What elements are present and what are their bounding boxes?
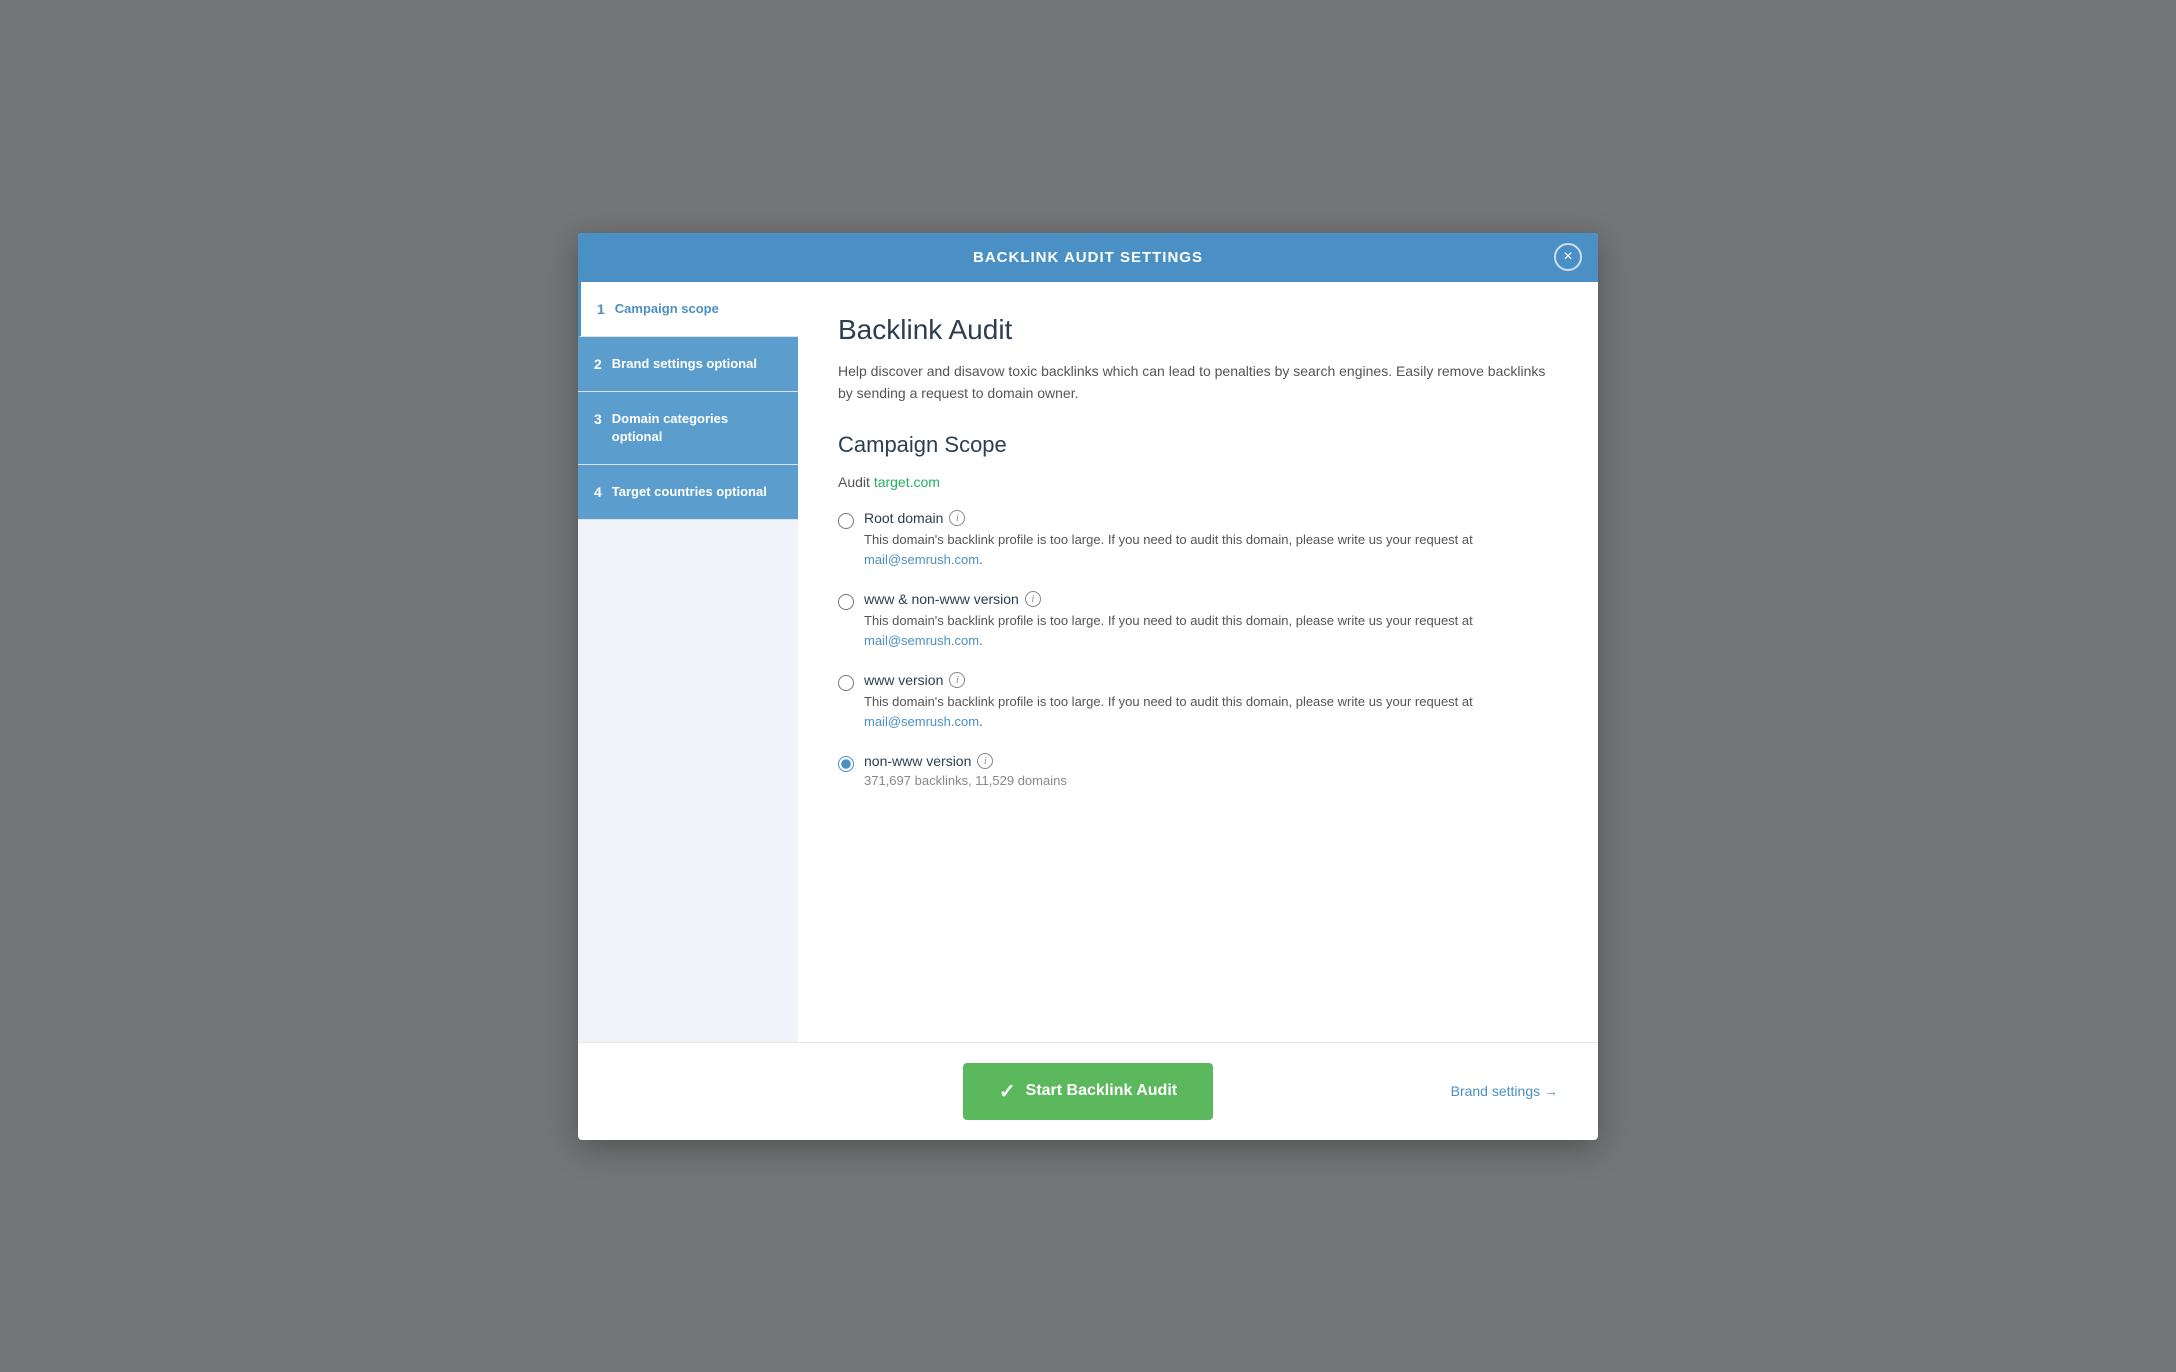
radio-non-www[interactable] — [838, 756, 854, 772]
radio-www-version-desc: This domain's backlink profile is too la… — [864, 692, 1558, 731]
audit-domain: target.com — [874, 474, 940, 490]
radio-non-www-label: non-www version i — [864, 753, 1558, 769]
settings-sidebar: 1 Campaign scope 2 Brand settings option… — [578, 282, 798, 1042]
radio-option-www-nonwww: www & non-www version i This domain's ba… — [838, 591, 1558, 650]
radio-www-version[interactable] — [838, 675, 854, 691]
radio-www-nonwww-content: www & non-www version i This domain's ba… — [864, 591, 1558, 650]
email-link-www[interactable]: mail@semrush.com — [864, 714, 979, 729]
audit-prefix: Audit — [838, 474, 870, 490]
radio-www-version-content: www version i This domain's backlink pro… — [864, 672, 1558, 731]
modal-title: BACKLINK AUDIT SETTINGS — [973, 249, 1203, 266]
brand-settings-link[interactable]: Brand settings → — [1451, 1083, 1558, 1099]
main-content: Backlink Audit Help discover and disavow… — [798, 282, 1598, 1042]
info-icon-www: i — [949, 672, 965, 688]
modal-header: BACKLINK AUDIT SETTINGS × — [578, 233, 1598, 282]
modal-body: 1 Campaign scope 2 Brand settings option… — [578, 282, 1598, 1042]
modal-footer: ✓ Start Backlink Audit Brand settings → — [578, 1042, 1598, 1140]
radio-root-domain-content: Root domain i This domain's backlink pro… — [864, 510, 1558, 569]
radio-www-nonwww-label: www & non-www version i — [864, 591, 1558, 607]
sidebar-item-label-1: Campaign scope — [615, 300, 719, 318]
sidebar-item-num-2: 2 — [594, 356, 602, 372]
radio-root-domain[interactable] — [838, 513, 854, 529]
email-link-root[interactable]: mail@semrush.com — [864, 552, 979, 567]
radio-root-domain-label: Root domain i — [864, 510, 1558, 526]
info-icon-www-nonwww: i — [1025, 591, 1041, 607]
content-description: Help discover and disavow toxic backlink… — [838, 360, 1558, 405]
radio-option-root-domain: Root domain i This domain's backlink pro… — [838, 510, 1558, 569]
sidebar-item-num-3: 3 — [594, 411, 602, 427]
sidebar-item-num-4: 4 — [594, 484, 602, 500]
check-icon: ✓ — [999, 1079, 1016, 1104]
sidebar-item-domain-categories[interactable]: 3 Domain categories optional — [578, 392, 798, 465]
sidebar-item-brand-settings[interactable]: 2 Brand settings optional — [578, 337, 798, 392]
radio-non-www-sub: 371,697 backlinks, 11,529 domains — [864, 773, 1558, 788]
close-button[interactable]: × — [1554, 243, 1582, 271]
email-link-www-nonwww[interactable]: mail@semrush.com — [864, 633, 979, 648]
sidebar-item-target-countries[interactable]: 4 Target countries optional — [578, 465, 798, 520]
section-title: Campaign Scope — [838, 432, 1558, 458]
audit-label: Audit target.com — [838, 474, 1558, 490]
radio-www-version-label: www version i — [864, 672, 1558, 688]
sidebar-item-label-3: Domain categories optional — [612, 410, 782, 446]
sidebar-item-label-4: Target countries optional — [612, 483, 767, 501]
sidebar-item-campaign-scope[interactable]: 1 Campaign scope — [578, 282, 798, 337]
radio-www-nonwww[interactable] — [838, 594, 854, 610]
backlink-audit-modal: BACKLINK AUDIT SETTINGS × 1 Campaign sco… — [578, 233, 1598, 1140]
radio-www-nonwww-desc: This domain's backlink profile is too la… — [864, 611, 1558, 650]
radio-option-www-version: www version i This domain's backlink pro… — [838, 672, 1558, 731]
radio-option-non-www: non-www version i 371,697 backlinks, 11,… — [838, 753, 1558, 788]
page-title: Backlink Audit — [838, 314, 1558, 346]
start-audit-button[interactable]: ✓ Start Backlink Audit — [963, 1063, 1213, 1120]
radio-non-www-content: non-www version i 371,697 backlinks, 11,… — [864, 753, 1558, 788]
sidebar-item-label-2: Brand settings optional — [612, 355, 757, 373]
info-icon-root: i — [949, 510, 965, 526]
sidebar-item-num-1: 1 — [597, 301, 605, 317]
radio-root-domain-desc: This domain's backlink profile is too la… — [864, 530, 1558, 569]
modal-overlay: BACKLINK AUDIT SETTINGS × 1 Campaign sco… — [0, 0, 2176, 1372]
start-btn-label: Start Backlink Audit — [1026, 1082, 1177, 1100]
brand-settings-label: Brand settings → — [1451, 1083, 1558, 1099]
info-icon-non-www: i — [977, 753, 993, 769]
